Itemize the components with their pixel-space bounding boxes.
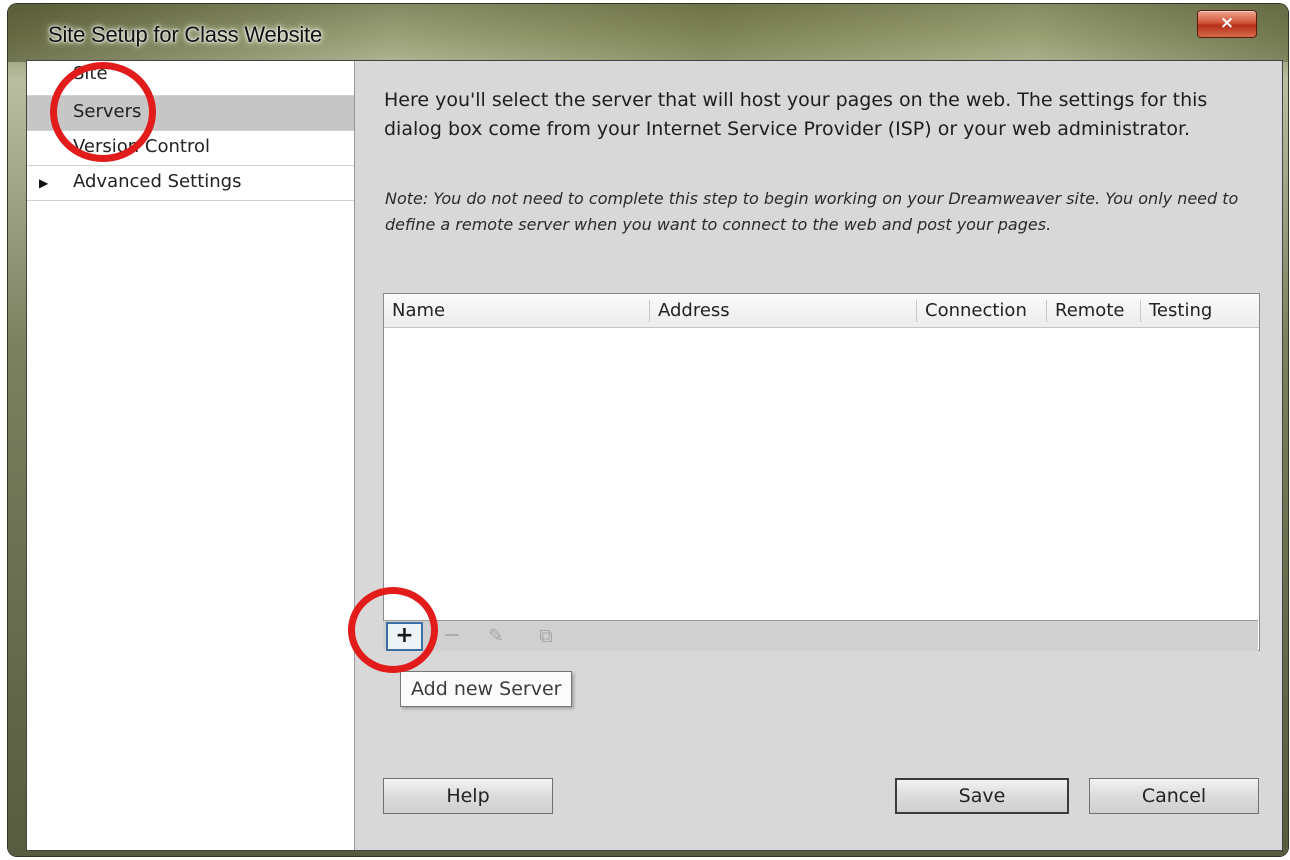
sidebar-item-label: Advanced Settings bbox=[73, 171, 242, 192]
plus-icon: + bbox=[395, 623, 414, 648]
remove-server-button[interactable]: − bbox=[435, 624, 469, 650]
help-button[interactable]: Help bbox=[383, 778, 553, 814]
expand-triangle-icon[interactable]: ▶ bbox=[39, 176, 48, 190]
add-server-button[interactable]: + bbox=[386, 622, 423, 651]
cancel-button[interactable]: Cancel bbox=[1089, 778, 1259, 814]
sidebar-item-label: Site bbox=[73, 63, 108, 84]
sidebar-item-version-control[interactable]: Version Control bbox=[27, 131, 354, 166]
table-header: Name Address Connection Remote Testing bbox=[384, 294, 1259, 328]
sidebar-item-servers[interactable]: Servers bbox=[27, 96, 354, 131]
servers-table[interactable]: Name Address Connection Remote Testing bbox=[383, 293, 1260, 651]
duplicate-icon: ⧉ bbox=[539, 625, 553, 647]
note-text: Note: You do not need to complete this s… bbox=[385, 189, 1239, 234]
duplicate-server-button[interactable]: ⧉ bbox=[529, 624, 563, 650]
minus-icon: − bbox=[442, 623, 462, 648]
close-button[interactable]: × bbox=[1197, 10, 1257, 38]
add-server-tooltip: Add new Server bbox=[400, 671, 573, 707]
window-title: Site Setup for Class Website bbox=[48, 22, 323, 47]
sidebar-item-label: Servers bbox=[73, 101, 142, 122]
category-sidebar: Site Servers Version Control ▶ Advanced … bbox=[27, 61, 355, 850]
sidebar-item-site[interactable]: Site bbox=[27, 61, 354, 96]
server-toolbar: + − ✎ ⧉ bbox=[383, 620, 1258, 651]
intro-text: Here you'll select the server that will … bbox=[384, 89, 1208, 140]
column-header-testing[interactable]: Testing bbox=[1140, 300, 1235, 322]
save-button[interactable]: Save bbox=[895, 778, 1069, 814]
column-header-remote[interactable]: Remote bbox=[1046, 300, 1139, 322]
dialog-window: Site Setup for Class Website × Site Serv… bbox=[8, 4, 1288, 856]
column-header-address[interactable]: Address bbox=[649, 300, 916, 322]
sidebar-item-advanced-settings[interactable]: ▶ Advanced Settings bbox=[27, 166, 354, 201]
pencil-icon: ✎ bbox=[488, 625, 504, 647]
sidebar-item-label: Version Control bbox=[73, 136, 210, 157]
column-header-name[interactable]: Name bbox=[384, 300, 648, 322]
dialog-client-area: Site Servers Version Control ▶ Advanced … bbox=[26, 60, 1283, 851]
edit-server-button[interactable]: ✎ bbox=[479, 624, 513, 650]
column-header-connection[interactable]: Connection bbox=[916, 300, 1045, 322]
